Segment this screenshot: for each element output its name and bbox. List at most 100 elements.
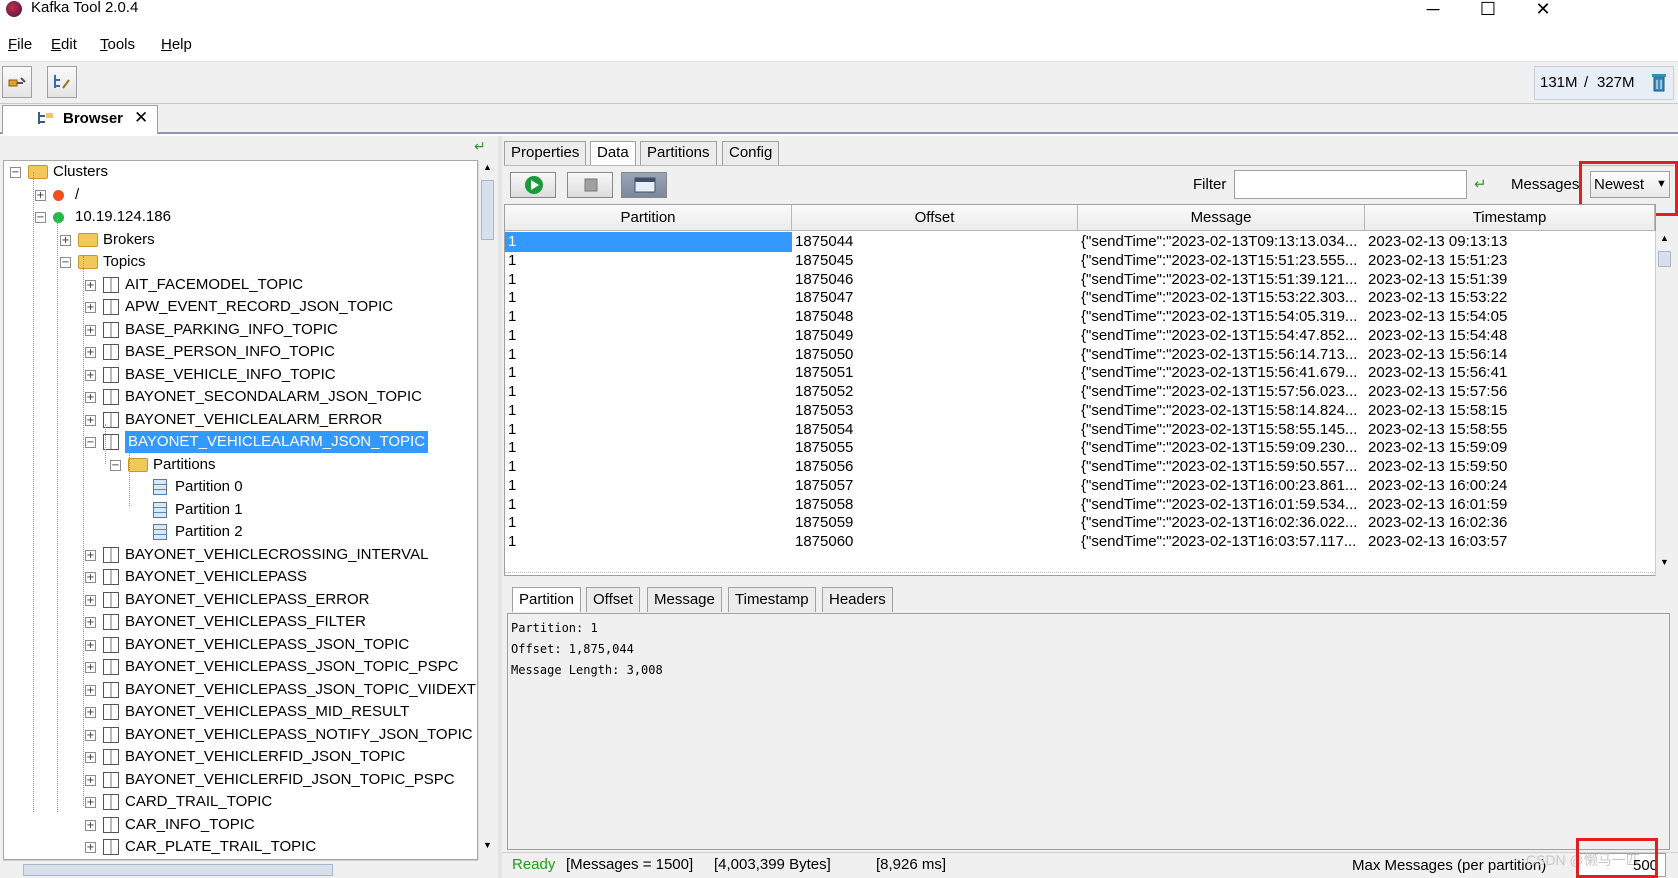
expand-icon[interactable]: + bbox=[35, 190, 46, 201]
column-header-offset[interactable]: Offset bbox=[792, 205, 1078, 231]
table-row[interactable]: 1 1875059 {"sendTime":"2023-02-13T16:02:36… bbox=[505, 513, 1655, 533]
tree-node[interactable]: − Topics bbox=[0, 251, 475, 273]
tree-node[interactable]: + CAR_INFO_TOPIC bbox=[0, 814, 475, 836]
tree-node[interactable]: + BASE_PARKING_INFO_TOPIC bbox=[0, 319, 475, 341]
expand-icon[interactable]: + bbox=[85, 392, 96, 403]
table-row[interactable]: 1 1875051 {"sendTime":"2023-02-13T15:56:41… bbox=[505, 363, 1655, 383]
expand-icon[interactable]: + bbox=[85, 820, 96, 831]
table-row[interactable]: 1 1875049 {"sendTime":"2023-02-13T15:54:47… bbox=[505, 326, 1655, 346]
expand-icon[interactable]: + bbox=[85, 797, 96, 808]
expand-icon[interactable]: + bbox=[85, 550, 96, 561]
tree-node[interactable]: − BAYONET_VEHICLEALARM_JSON_TOPIC bbox=[0, 431, 475, 453]
tree-node[interactable]: − 10.19.124.186 bbox=[0, 206, 475, 228]
tree-node[interactable]: + BAYONET_VEHICLEPASS bbox=[0, 566, 475, 588]
tree-node[interactable]: + BAYONET_VEHICLEPASS_ERROR bbox=[0, 589, 475, 611]
tree-node[interactable]: + BAYONET_VEHICLERFID_JSON_TOPIC_PSPC bbox=[0, 769, 475, 791]
tree-node[interactable]: Partition 0 bbox=[0, 476, 475, 498]
expand-icon[interactable]: + bbox=[85, 572, 96, 583]
view-toggle-button[interactable] bbox=[621, 172, 667, 198]
expand-icon[interactable]: + bbox=[85, 730, 96, 741]
close-window-button[interactable]: ✕ bbox=[1518, 0, 1568, 28]
scroll-down-arrow-icon[interactable]: ▼ bbox=[1658, 557, 1671, 571]
table-row[interactable]: 1 1875055 {"sendTime":"2023-02-13T15:59:09… bbox=[505, 438, 1655, 458]
detail-tab-headers[interactable]: Headers bbox=[822, 587, 893, 612]
expand-icon[interactable]: + bbox=[85, 752, 96, 763]
collapse-icon[interactable]: − bbox=[110, 460, 121, 471]
table-row[interactable]: 1 1875046 {"sendTime":"2023-02-13T15:51:39… bbox=[505, 270, 1655, 290]
tree-node[interactable]: + BAYONET_SECONDALARM_JSON_TOPIC bbox=[0, 386, 475, 408]
expand-icon[interactable]: + bbox=[85, 415, 96, 426]
column-header-timestamp[interactable]: Timestamp bbox=[1365, 205, 1655, 231]
tree-node[interactable]: + Brokers bbox=[0, 229, 475, 251]
tree-vertical-scrollbar[interactable]: ▲ ▼ bbox=[478, 160, 496, 860]
tree-node[interactable]: + AIT_FACEMODEL_TOPIC bbox=[0, 274, 475, 296]
maximize-button[interactable]: ☐ bbox=[1463, 0, 1513, 28]
tab-data[interactable]: Data bbox=[590, 141, 636, 166]
expand-icon[interactable]: + bbox=[85, 595, 96, 606]
tab-properties[interactable]: Properties bbox=[504, 141, 587, 165]
collapse-icon[interactable]: − bbox=[35, 212, 46, 223]
tree-node[interactable]: + APW_EVENT_RECORD_JSON_TOPIC bbox=[0, 296, 475, 318]
scroll-down-arrow-icon[interactable]: ▼ bbox=[481, 840, 494, 854]
expand-icon[interactable]: + bbox=[85, 775, 96, 786]
tree-node[interactable]: + / bbox=[0, 184, 475, 206]
tree-node[interactable]: + BAYONET_VEHICLEALARM_ERROR bbox=[0, 409, 475, 431]
menu-file[interactable]: File bbox=[8, 36, 32, 53]
menu-help[interactable]: Help bbox=[161, 36, 192, 53]
detail-tab-timestamp[interactable]: Timestamp bbox=[728, 587, 816, 612]
expand-icon[interactable]: + bbox=[85, 842, 96, 853]
minimize-button[interactable]: ─ bbox=[1408, 0, 1458, 28]
tree-node[interactable]: + BASE_VEHICLE_INFO_TOPIC bbox=[0, 364, 475, 386]
expand-icon[interactable]: + bbox=[85, 685, 96, 696]
apply-filter-icon[interactable]: ↵ bbox=[1474, 175, 1487, 193]
table-row[interactable]: 1 1875057 {"sendTime":"2023-02-13T16:00:23… bbox=[505, 476, 1655, 496]
table-row[interactable]: 1 1875053 {"sendTime":"2023-02-13T15:58:14… bbox=[505, 401, 1655, 421]
tree-node[interactable]: Partition 2 bbox=[0, 521, 475, 543]
collapse-icon[interactable]: − bbox=[60, 257, 71, 268]
expand-icon[interactable]: + bbox=[85, 325, 96, 336]
table-row[interactable]: 1 1875060 {"sendTime":"2023-02-13T16:03:57… bbox=[505, 532, 1655, 552]
scroll-up-arrow-icon[interactable]: ▲ bbox=[1658, 233, 1671, 247]
expand-icon[interactable]: + bbox=[85, 662, 96, 673]
detail-tab-message[interactable]: Message bbox=[647, 587, 722, 612]
table-row[interactable]: 1 1875054 {"sendTime":"2023-02-13T15:58:55… bbox=[505, 420, 1655, 440]
tree-node[interactable]: + CAR_PLATE_TRAIL_TOPIC bbox=[0, 836, 475, 858]
table-scroll-thumb[interactable] bbox=[1658, 251, 1671, 267]
expand-icon[interactable]: + bbox=[85, 617, 96, 628]
filter-input[interactable] bbox=[1234, 170, 1467, 199]
table-row[interactable]: 1 1875058 {"sendTime":"2023-02-13T16:01:59… bbox=[505, 495, 1655, 515]
table-row[interactable]: 1 1875052 {"sendTime":"2023-02-13T15:57:56… bbox=[505, 382, 1655, 402]
expand-icon[interactable]: + bbox=[85, 280, 96, 291]
tree-node[interactable]: + BAYONET_VEHICLEPASS_FILTER bbox=[0, 611, 475, 633]
tree-scroll-thumb[interactable] bbox=[481, 180, 494, 240]
table-row[interactable]: 1 1875050 {"sendTime":"2023-02-13T15:56:14… bbox=[505, 345, 1655, 365]
tree-node[interactable]: + BAYONET_VEHICLEPASS_NOTIFY_JSON_TOPIC bbox=[0, 724, 475, 746]
table-row[interactable]: 1 1875048 {"sendTime":"2023-02-13T15:54:05… bbox=[505, 307, 1655, 327]
trash-icon[interactable] bbox=[1651, 72, 1667, 92]
tab-config[interactable]: Config bbox=[722, 141, 780, 165]
tree-horizontal-scrollbar[interactable] bbox=[3, 860, 478, 878]
edit-tree-button[interactable] bbox=[47, 66, 77, 98]
collapse-icon[interactable]: − bbox=[10, 167, 21, 178]
tree-node[interactable]: + BAYONET_VEHICLECROSSING_INTERVAL bbox=[0, 544, 475, 566]
refresh-tree-icon[interactable]: ↵ bbox=[474, 138, 486, 155]
expand-icon[interactable]: + bbox=[85, 347, 96, 358]
collapse-icon[interactable]: − bbox=[85, 437, 96, 448]
connect-cluster-button[interactable] bbox=[2, 66, 32, 98]
tree-node[interactable]: Partition 1 bbox=[0, 499, 475, 521]
tab-partitions[interactable]: Partitions bbox=[640, 141, 717, 165]
tree-hscroll-thumb[interactable] bbox=[23, 864, 333, 876]
table-row[interactable]: 1 1875056 {"sendTime":"2023-02-13T15:59:50… bbox=[505, 457, 1655, 477]
close-icon[interactable]: ✕ bbox=[134, 108, 148, 128]
stop-button[interactable] bbox=[567, 172, 613, 198]
tree-node[interactable]: + BAYONET_VEHICLERFID_JSON_TOPIC bbox=[0, 746, 475, 768]
table-row[interactable]: 1 1875045 {"sendTime":"2023-02-13T15:51:23… bbox=[505, 251, 1655, 271]
table-row[interactable]: 1 1875047 {"sendTime":"2023-02-13T15:53:22… bbox=[505, 288, 1655, 308]
tree-node[interactable]: − Partitions bbox=[0, 454, 475, 476]
run-button[interactable] bbox=[510, 172, 556, 198]
tree-node[interactable]: + BASE_PERSON_INFO_TOPIC bbox=[0, 341, 475, 363]
expand-icon[interactable]: + bbox=[85, 302, 96, 313]
expand-icon[interactable]: + bbox=[85, 640, 96, 651]
column-header-partition[interactable]: Partition bbox=[505, 205, 792, 231]
tree-node[interactable]: + CARD_TRAIL_TOPIC bbox=[0, 791, 475, 813]
